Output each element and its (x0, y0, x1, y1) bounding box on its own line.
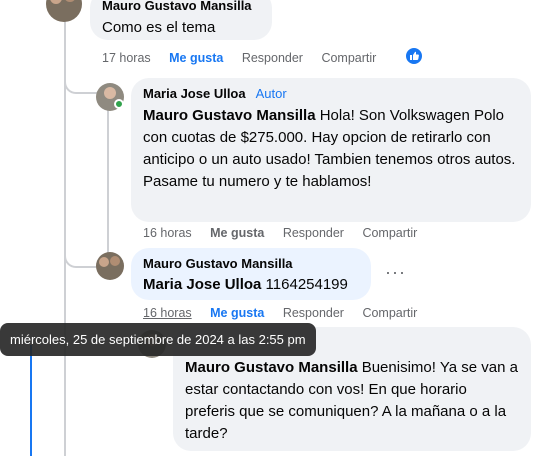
comment-bubble: Mauro Gustavo Mansilla Maria Jose Ulloa … (131, 248, 371, 300)
focus-indicator (30, 345, 32, 456)
avatar[interactable] (46, 0, 82, 22)
comment-author[interactable]: Maria Jose Ulloa (143, 86, 246, 101)
comment-actions: 16 horas Me gusta Responder Compartir (143, 226, 432, 240)
mention-link[interactable]: Maria Jose Ulloa (143, 276, 261, 293)
online-status-icon (114, 99, 124, 109)
like-button[interactable]: Me gusta (210, 306, 264, 320)
avatar[interactable] (96, 252, 124, 280)
comment-text: Mauro Gustavo Mansilla Buenisimo! Ya se … (185, 359, 518, 442)
mention-link[interactable]: Mauro Gustavo Mansilla (143, 107, 316, 124)
comment-text: Como es el tema (102, 19, 216, 36)
timestamp[interactable]: 16 horas (143, 226, 192, 240)
thread-connector (64, 56, 98, 94)
comment-actions: 17 horas Me gusta Responder Compartir (102, 51, 391, 65)
comment-bubble: Mauro Gustavo Mansilla Como es el tema (90, 0, 272, 40)
more-options-icon[interactable]: ··· (385, 262, 406, 283)
comment-author[interactable]: Mauro Gustavo Mansilla (143, 256, 359, 272)
timestamp[interactable]: 16 horas (143, 306, 192, 320)
comment-author[interactable]: Mauro Gustavo Mansilla (102, 0, 260, 14)
thread-connector (64, 230, 98, 268)
reply-button[interactable]: Responder (283, 226, 344, 240)
reply-button[interactable]: Responder (283, 306, 344, 320)
share-button[interactable]: Compartir (362, 306, 417, 320)
reply-button[interactable]: Responder (242, 51, 303, 65)
comment-text: Mauro Gustavo Mansilla Hola! Son Volkswa… (143, 107, 516, 190)
thread-line-nested (107, 110, 109, 256)
comment-actions: 16 horas Me gusta Responder Compartir (143, 306, 432, 320)
comment-bubble: Maria Jose Ulloa Autor Mauro Gustavo Mans… (131, 78, 531, 222)
share-button[interactable]: Compartir (362, 226, 417, 240)
comment-text: Maria Jose Ulloa 1164254199 (143, 276, 348, 293)
share-button[interactable]: Compartir (321, 51, 376, 65)
timestamp[interactable]: 17 horas (102, 51, 151, 65)
like-icon[interactable] (404, 46, 424, 66)
like-button[interactable]: Me gusta (210, 226, 264, 240)
author-badge: Autor (255, 86, 287, 101)
timestamp-tooltip: miércoles, 25 de septiembre de 2024 a la… (0, 323, 316, 356)
like-button[interactable]: Me gusta (169, 51, 223, 65)
mention-link[interactable]: Mauro Gustavo Mansilla (185, 359, 358, 376)
